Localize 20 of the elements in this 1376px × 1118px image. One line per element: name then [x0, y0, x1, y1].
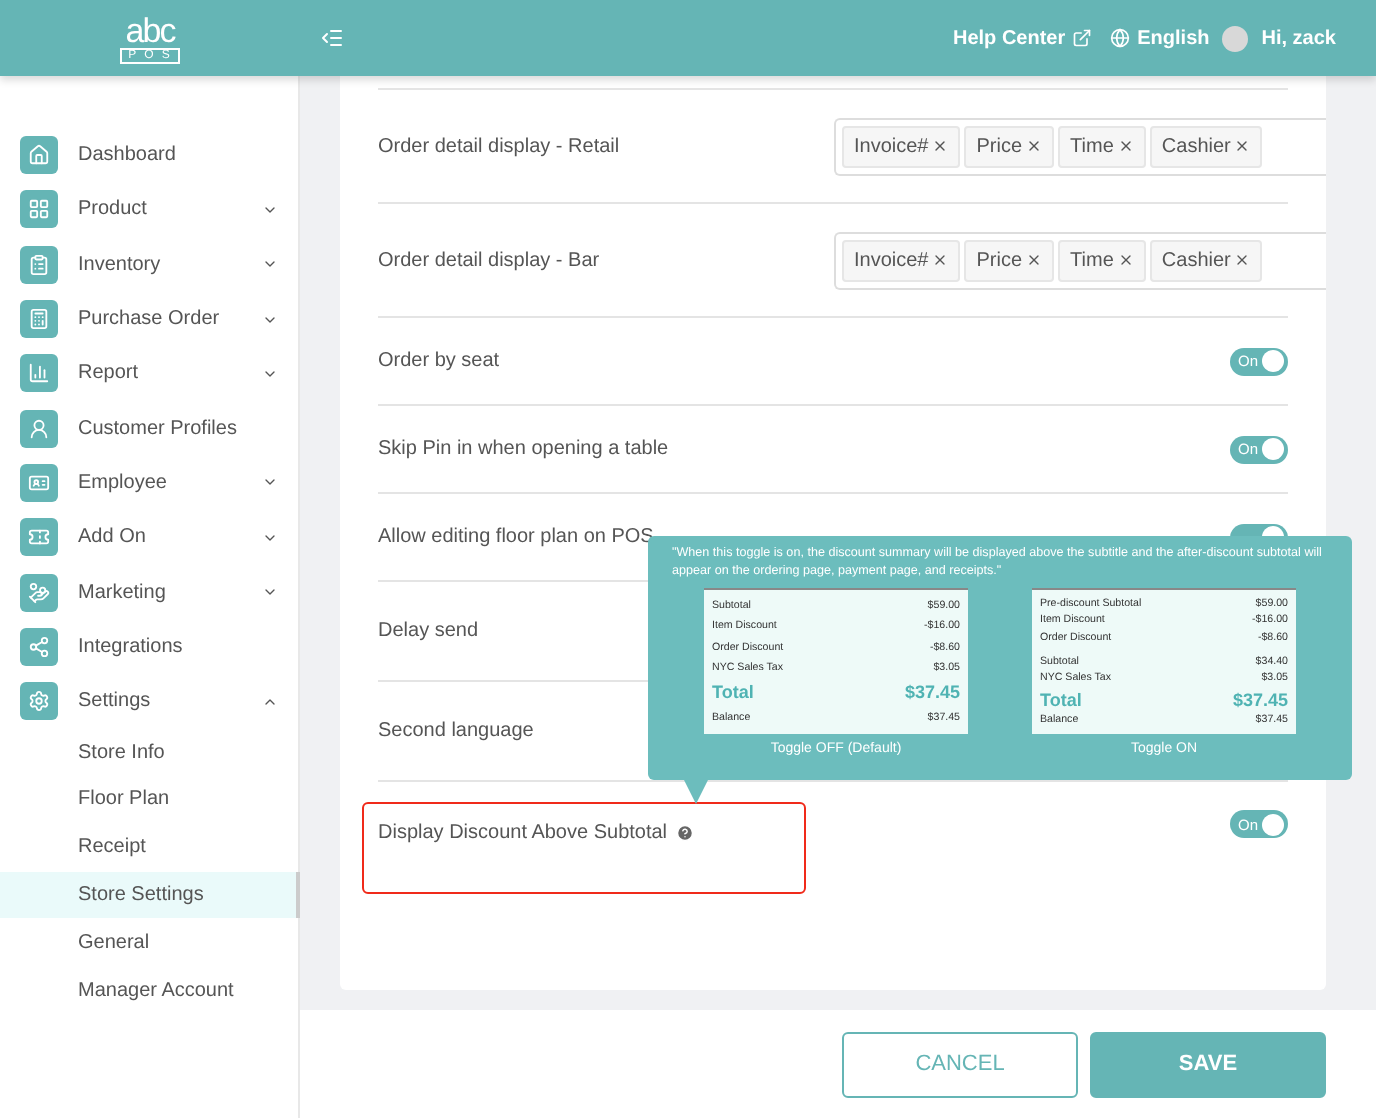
setting-label: Second language: [378, 720, 534, 742]
tag-chip: Invoice#: [842, 125, 961, 167]
tag-chip: Invoice#: [842, 239, 961, 281]
receipt-value: $37.45: [1232, 689, 1288, 710]
receipt-label: Total: [1040, 689, 1082, 710]
receipt-value: $37.45: [904, 682, 960, 703]
setting-label: Delay send: [378, 620, 479, 642]
tag-chip: Price: [964, 239, 1055, 281]
setting-label: Order detail display - Bar: [378, 249, 600, 271]
user-greeting: Hi, zack: [1261, 27, 1336, 49]
tag-chip: Cashier: [1149, 239, 1263, 281]
setting-label: Order detail display - Retail: [378, 135, 620, 157]
tag-chip: Price: [964, 125, 1055, 167]
tag-chip: Time: [1058, 239, 1146, 281]
setting-label: Order by seat: [378, 350, 500, 372]
setting-label: Skip Pin in when opening a table: [378, 438, 669, 460]
tag-chip: Time: [1058, 125, 1146, 167]
setting-label: Display Discount Above Subtotal: [378, 822, 668, 844]
tag-chip: Cashier: [1149, 125, 1263, 167]
receipt-label: Total: [712, 682, 754, 703]
